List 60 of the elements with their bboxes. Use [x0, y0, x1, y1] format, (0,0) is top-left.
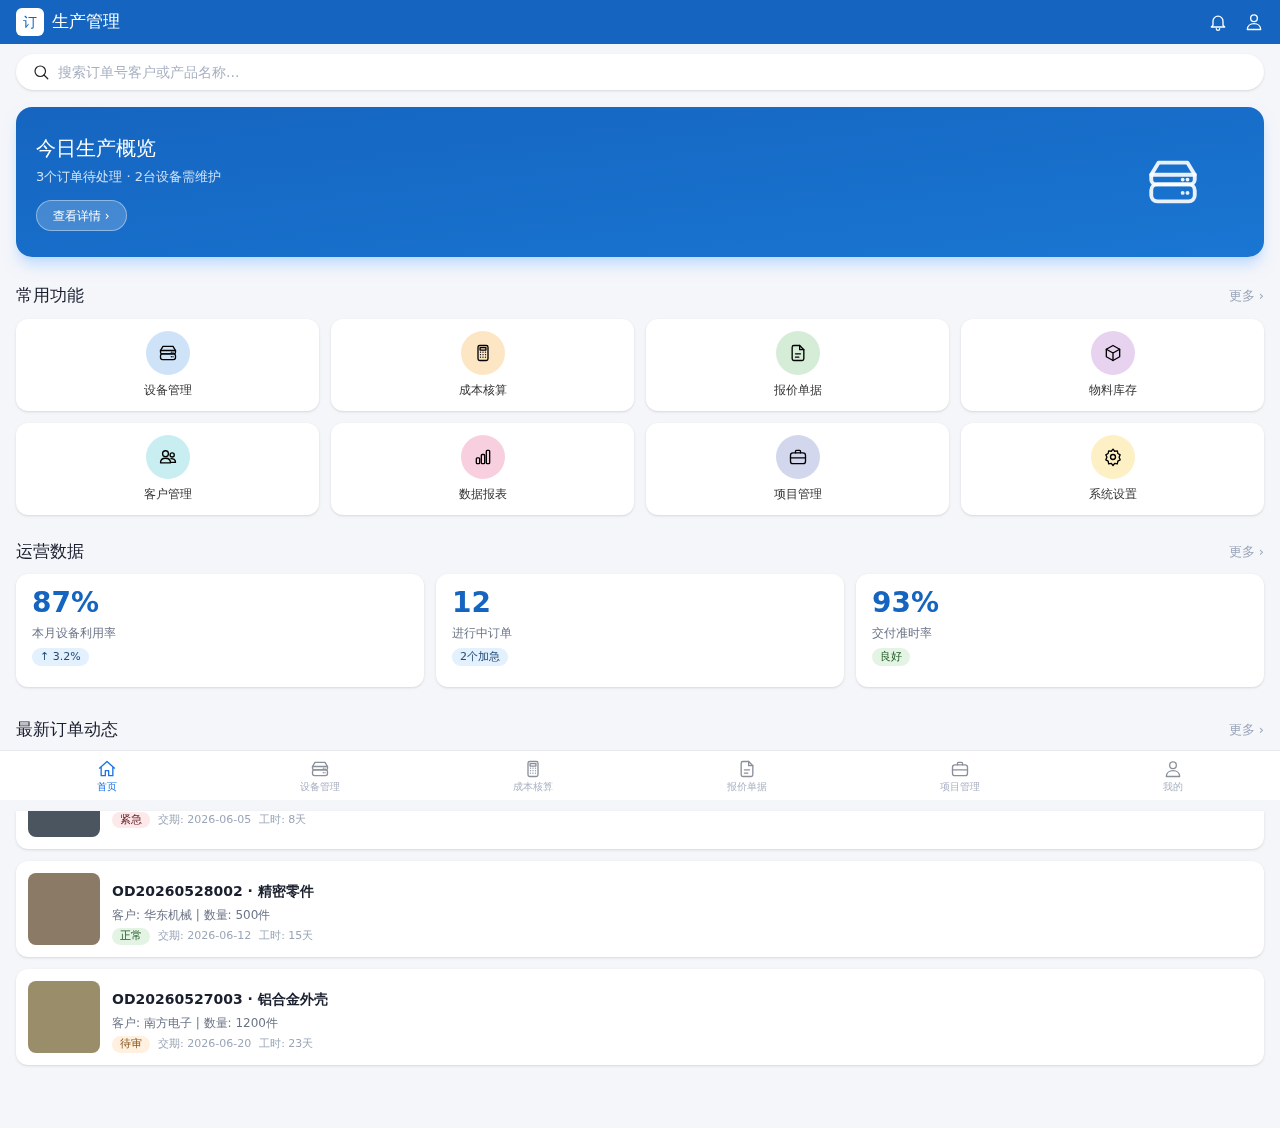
search-icon: [32, 63, 50, 81]
feature-label: 设备管理: [143, 381, 192, 399]
feature-label: 系统设置: [1088, 485, 1137, 503]
banner-subtitle: 3个订单待处理 · 2台设备需维护: [36, 167, 221, 186]
order-title: OD20260527003 · 铝合金外壳: [112, 990, 328, 1009]
briefcase-icon: [950, 759, 970, 779]
search-field[interactable]: 搜索订单号客户或产品名称...: [16, 54, 1264, 90]
feature-tile[interactable]: 客户管理: [16, 422, 319, 515]
stat-label: 本月设备利用率: [32, 624, 117, 642]
stat-value: 93%: [872, 586, 941, 620]
stat-badge: 良好: [872, 647, 910, 667]
banner-title: 今日生产概览: [36, 134, 157, 162]
status-tag: 紧急: [112, 811, 150, 828]
settings-icon: [1102, 446, 1123, 467]
user-icon: [1244, 12, 1264, 32]
stat-label: 交付准时率: [872, 624, 933, 642]
feature-tile[interactable]: 报价单据: [646, 318, 949, 411]
order-card[interactable]: OD20260527003 · 铝合金外壳 客户: 南方电子 | 数量: 1200件 待审 交期: 2026-06-20 工时: 23天: [16, 968, 1264, 1065]
section-title: 最新订单动态: [16, 718, 118, 741]
feature-label: 数据报表: [458, 485, 507, 503]
feature-label: 成本核算: [458, 381, 507, 399]
due-date: 交期: 2026-06-05: [158, 811, 252, 828]
details-button[interactable]: 查看详情 ›: [36, 200, 127, 232]
order-detail: 客户: 华东机械 | 数量: 500件: [112, 907, 272, 924]
section-title: 运营数据: [16, 539, 84, 563]
stat-value: 87%: [32, 586, 101, 620]
order-card[interactable]: OD20260528002 · 精密零件 客户: 华东机械 | 数量: 500件 正常 交期: 2026-06-12 工时: 15天: [16, 860, 1264, 957]
work-hours: 工时: 23天: [259, 1036, 314, 1052]
search-input[interactable]: 搜索订单号客户或产品名称...: [58, 61, 1248, 83]
feature-tile[interactable]: 成本核算: [331, 318, 634, 411]
home-icon: [96, 759, 117, 779]
order-detail: 客户: 南方电子 | 数量: 1200件: [112, 1015, 279, 1032]
due-date: 交期: 2026-06-20: [158, 1036, 252, 1052]
server-icon: [310, 759, 330, 779]
order-card[interactable]: 紧急 交期: 2026-06-05 工时: 8天: [16, 810, 1264, 849]
feature-tile[interactable]: 设备管理: [16, 318, 319, 411]
stat-label: 进行中订单: [452, 624, 513, 642]
nav-tab[interactable]: 首页: [0, 751, 214, 800]
order-title: OD20260528002 · 精密零件: [112, 882, 314, 901]
stat-badge: 2个加急: [452, 647, 508, 667]
feature-tile[interactable]: 系统设置: [961, 422, 1264, 515]
feature-tile[interactable]: 项目管理: [646, 422, 949, 515]
app-title: 生产管理: [52, 10, 120, 34]
status-tag: 待审: [112, 1036, 150, 1053]
work-hours: 工时: 15天: [259, 928, 314, 944]
feature-tile[interactable]: 数据报表: [331, 422, 634, 515]
feature-label: 报价单据: [773, 381, 822, 399]
photo-placeholder: [28, 810, 100, 837]
status-tag: 正常: [112, 928, 150, 945]
work-hours: 工时: 8天: [259, 811, 307, 828]
feature-label: 项目管理: [773, 485, 822, 503]
profile-button[interactable]: [1244, 12, 1264, 32]
stat-value: 12: [452, 586, 492, 620]
feature-tile[interactable]: 物料库存: [961, 318, 1264, 411]
feature-label: 客户管理: [143, 485, 192, 503]
app-logo: 订: [16, 8, 44, 36]
feature-label: 物料库存: [1088, 381, 1137, 399]
section-title: 常用功能: [16, 284, 84, 307]
due-date: 交期: 2026-06-12: [158, 928, 252, 944]
stat-badge: ↑ 3.2%: [32, 647, 89, 667]
